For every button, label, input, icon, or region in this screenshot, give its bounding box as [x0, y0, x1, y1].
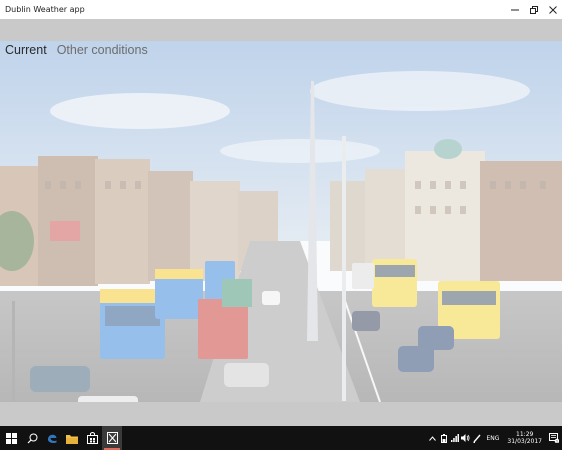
windows-logo-icon: [5, 432, 17, 444]
app-header-band: [0, 19, 562, 41]
battery-button[interactable]: [438, 426, 449, 450]
taskbar: ENG 11:29 31/03/2017 1: [0, 426, 562, 450]
tab-current[interactable]: Current: [5, 43, 47, 58]
search-button[interactable]: [22, 426, 42, 450]
battery-icon: [440, 433, 447, 443]
minimize-button[interactable]: [505, 0, 524, 19]
window-title: Dublin Weather app: [5, 5, 85, 14]
start-button[interactable]: [0, 426, 22, 450]
store-button[interactable]: [82, 426, 102, 450]
pen-icon: [473, 434, 481, 443]
network-icon: [450, 434, 459, 442]
dublin-street-photo: [0, 41, 562, 402]
chevron-up-icon: [429, 435, 437, 441]
app-footer-band: [0, 402, 562, 426]
restore-button[interactable]: [524, 0, 543, 19]
minimize-icon: [510, 9, 519, 10]
folder-icon: [66, 434, 78, 444]
volume-button[interactable]: [460, 426, 471, 450]
store-bag-icon: [86, 432, 98, 444]
edge-button[interactable]: [42, 426, 62, 450]
window-title-bar[interactable]: Dublin Weather app: [0, 0, 562, 19]
clock-date: 31/03/2017: [507, 438, 542, 445]
language-indicator[interactable]: ENG: [482, 435, 503, 442]
restore-icon: [529, 5, 538, 14]
tab-other-conditions[interactable]: Other conditions: [57, 43, 148, 58]
search-icon: [27, 433, 37, 443]
notification-icon: 1: [549, 433, 559, 443]
app-x-icon: [106, 432, 118, 444]
condition-tabs: Current Other conditions: [5, 43, 148, 58]
show-hidden-icons-button[interactable]: [427, 426, 438, 450]
file-explorer-button[interactable]: [62, 426, 82, 450]
network-button[interactable]: [449, 426, 460, 450]
edge-icon: [47, 434, 57, 444]
action-center-button[interactable]: 1: [546, 426, 562, 450]
volume-icon: [461, 434, 470, 442]
clock-time: 11:29: [516, 431, 534, 438]
weather-app-button[interactable]: [102, 426, 122, 450]
clock[interactable]: 11:29 31/03/2017: [503, 431, 546, 445]
notification-count: 1: [556, 439, 558, 443]
app-content: Current Other conditions: [0, 41, 562, 402]
system-tray: ENG 11:29 31/03/2017 1: [427, 426, 562, 450]
close-button[interactable]: [543, 0, 562, 19]
close-icon: [548, 5, 557, 14]
pen-workspace-button[interactable]: [471, 426, 482, 450]
